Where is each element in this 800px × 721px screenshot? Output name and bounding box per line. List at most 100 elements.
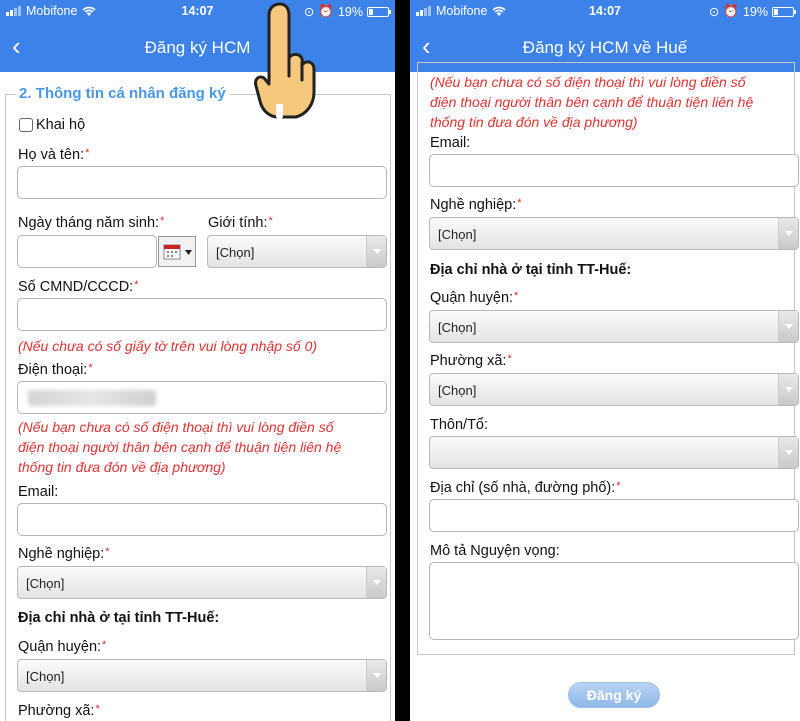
cmnd-hint: (Nếu chưa có số giấy tờ trên vui lòng nh… — [18, 338, 318, 354]
dropdown-arrow-icon — [778, 374, 798, 405]
nav-bar: ‹ Đăng ký HCM — [0, 22, 395, 72]
gioi-tinh-select[interactable]: [Chọn] — [207, 235, 387, 268]
nghe-nghiep-text: Nghề nghiệp: — [18, 546, 105, 562]
required-mark: * — [268, 215, 273, 227]
dien-thoai-text: Điện thoại: — [18, 362, 88, 378]
email-label: Email: — [18, 484, 59, 500]
status-bar: Mobifone 14:07 ⊙ ⏰ 19% — [0, 0, 395, 22]
dang-ky-button[interactable]: Đăng ký — [568, 682, 660, 708]
dropdown-arrow-icon — [366, 567, 386, 598]
required-mark: * — [134, 279, 139, 291]
nghe-nghiep-select[interactable]: [Chọn] — [17, 566, 387, 599]
blurred-phone-value — [28, 390, 156, 406]
cmnd-input[interactable] — [17, 298, 387, 331]
phuong-xa-value: [Chọn] — [438, 383, 477, 398]
ho-ten-label: Họ và tên:* — [18, 147, 89, 163]
dia-chi-input[interactable] — [429, 499, 799, 532]
right-screen: Mobifone 14:07 ⊙ ⏰ 19% ‹ Đăng ký HCM về … — [410, 0, 800, 721]
required-mark: * — [95, 703, 100, 715]
email-input[interactable] — [429, 154, 799, 187]
pointing-hand-icon — [254, 2, 316, 119]
phuong-xa-text: Phường xã: — [430, 353, 507, 369]
nghe-nghiep-value: [Chọn] — [438, 227, 477, 242]
address-section-title: Địa chỉ nhà ở tại tỉnh TT-Huế: — [18, 610, 220, 626]
thon-to-label: Thôn/Tổ: — [430, 417, 489, 433]
ngay-sinh-label: Ngày tháng năm sinh:* — [18, 215, 164, 231]
quan-huyen-value: [Chọn] — [26, 669, 65, 684]
quan-huyen-value: [Chọn] — [438, 320, 477, 335]
required-mark: * — [517, 197, 522, 209]
required-mark: * — [102, 639, 107, 651]
nghe-nghiep-select[interactable]: [Chọn] — [429, 217, 799, 250]
address-section-title: Địa chỉ nhà ở tại tỉnh TT-Huế: — [430, 262, 632, 278]
gioi-tinh-label: Giới tính:* — [208, 215, 273, 231]
phone-hint-line: thống tin đưa đón về địa phương) — [18, 459, 226, 475]
ngay-sinh-input[interactable] — [17, 235, 157, 268]
alarm-icon: ⏰ — [318, 4, 334, 18]
gioi-tinh-text: Giới tính: — [208, 215, 268, 231]
battery-icon — [772, 6, 796, 17]
phuong-xa-label: Phường xã:* — [18, 703, 100, 719]
phuong-xa-text: Phường xã: — [18, 703, 95, 719]
ho-ten-input[interactable] — [17, 166, 387, 199]
nghe-nghiep-label: Nghề nghiệp:* — [18, 546, 110, 562]
dropdown-arrow-icon — [366, 236, 386, 267]
ngay-sinh-text: Ngày tháng năm sinh: — [18, 215, 160, 231]
cmnd-text: Số CMND/CCCD: — [18, 279, 134, 295]
required-mark: * — [88, 362, 93, 374]
phone-hint-line: (Nếu bạn chưa có số điện thoại thì vui l… — [430, 74, 746, 90]
dia-chi-label: Địa chỉ (số nhà, đường phố):* — [430, 480, 621, 496]
ho-ten-text: Họ và tên: — [18, 147, 85, 163]
khai-ho-label: Khai hộ — [36, 117, 86, 133]
email-input[interactable] — [17, 503, 387, 536]
gioi-tinh-value: [Chọn] — [216, 245, 255, 260]
phuong-xa-label: Phường xã:* — [430, 353, 512, 369]
cmnd-label: Số CMND/CCCD:* — [18, 279, 138, 295]
status-right: ⊙ ⏰ 19% — [708, 4, 796, 19]
form-content: (Nếu bạn chưa có số điện thoại thì vui l… — [410, 62, 800, 721]
required-mark: * — [507, 353, 512, 365]
khai-ho-row: Khai hộ — [19, 117, 85, 133]
thon-to-select[interactable] — [429, 436, 799, 469]
quan-huyen-label: Quận huyện:* — [430, 290, 518, 306]
mo-ta-textarea[interactable] — [429, 562, 799, 640]
required-mark: * — [85, 147, 90, 159]
left-screen: Mobifone 14:07 ⊙ ⏰ 19% ‹ Đăng ký HCM 2. … — [0, 0, 395, 721]
required-mark: * — [514, 290, 519, 302]
status-bar: Mobifone 14:07 ⊙ ⏰ 19% — [410, 0, 800, 22]
phone-hint-line: (Nếu bạn chưa có số điện thoại thì vui l… — [18, 419, 334, 435]
orientation-lock-icon: ⊙ — [708, 5, 720, 19]
status-right: ⊙ ⏰ 19% — [304, 4, 391, 19]
nghe-nghiep-text: Nghề nghiệp: — [430, 197, 517, 213]
dien-thoai-label: Điện thoại:* — [18, 362, 93, 378]
alarm-icon: ⏰ — [723, 4, 739, 18]
nghe-nghiep-value: [Chọn] — [26, 576, 65, 591]
phuong-xa-select[interactable]: [Chọn] — [429, 373, 799, 406]
required-mark: * — [105, 546, 110, 558]
nav-title: Đăng ký HCM về Huế — [522, 38, 688, 57]
nav-title: Đăng ký HCM — [144, 38, 251, 57]
dropdown-arrow-icon — [778, 218, 798, 249]
quan-huyen-select[interactable]: [Chọn] — [429, 310, 799, 343]
quan-huyen-label: Quận huyện:* — [18, 639, 106, 655]
battery-icon — [367, 6, 391, 17]
required-mark: * — [160, 215, 165, 227]
phone-hint: (Nếu bạn chưa có số điện thoại thì vui l… — [18, 417, 341, 477]
khai-ho-checkbox[interactable] — [19, 118, 33, 132]
form-content: 2. Thông tin cá nhân đăng ký Khai hộ Họ … — [0, 72, 395, 721]
nghe-nghiep-label: Nghề nghiệp:* — [430, 197, 522, 213]
dropdown-arrow-icon — [778, 311, 798, 342]
quan-huyen-select[interactable]: [Chọn] — [17, 659, 387, 692]
phone-hint: (Nếu bạn chưa có số điện thoại thì vui l… — [430, 72, 753, 132]
dropdown-arrow-icon — [778, 437, 798, 468]
section-legend: 2. Thông tin cá nhân đăng ký — [15, 85, 230, 102]
dia-chi-text: Địa chỉ (số nhà, đường phố): — [430, 480, 616, 496]
battery-percent: 19% — [742, 4, 768, 19]
email-label: Email: — [430, 135, 471, 151]
quan-huyen-text: Quận huyện: — [18, 639, 102, 655]
calendar-button[interactable] — [158, 236, 196, 267]
calendar-icon — [163, 244, 192, 260]
mo-ta-label: Mô tả Nguyện vọng: — [430, 543, 560, 559]
dien-thoai-input[interactable] — [17, 381, 387, 414]
phone-hint-line: điện thoại người thân bên cạnh để thuận … — [18, 439, 342, 455]
